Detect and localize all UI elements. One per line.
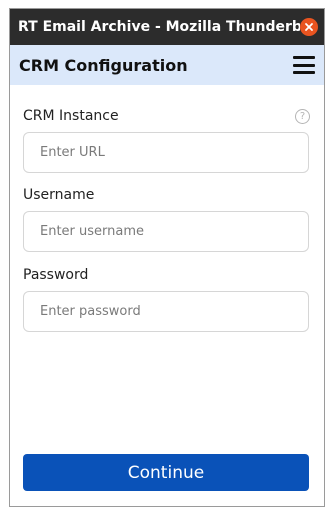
thunderbird-dialog-window: RT Email Archive - Mozilla Thunderbird C… — [9, 8, 325, 507]
menu-bar — [293, 71, 315, 74]
menu-bar — [293, 56, 315, 59]
continue-button[interactable]: Continue — [23, 454, 309, 491]
page-header: CRM Configuration — [10, 45, 324, 85]
crm-instance-url-input[interactable] — [23, 132, 309, 173]
password-label-row: Password — [23, 265, 311, 285]
hamburger-menu-icon[interactable] — [293, 56, 315, 74]
password-input[interactable] — [23, 291, 309, 332]
window-title: RT Email Archive - Mozilla Thunderbird — [18, 19, 300, 35]
username-label-row: Username — [23, 185, 311, 205]
menu-bar — [293, 63, 315, 67]
crm-instance-label: CRM Instance — [23, 108, 119, 124]
window-close-button[interactable] — [300, 18, 318, 36]
page-title: CRM Configuration — [19, 55, 188, 75]
crm-instance-label-row: CRM Instance ? — [23, 106, 311, 126]
password-label: Password — [23, 267, 89, 283]
crm-config-form: CRM Instance ? Username Password — [10, 106, 324, 332]
username-input[interactable] — [23, 211, 309, 252]
help-icon[interactable]: ? — [295, 108, 310, 124]
username-label: Username — [23, 187, 95, 203]
close-icon — [305, 23, 313, 31]
window-titlebar[interactable]: RT Email Archive - Mozilla Thunderbird — [10, 9, 324, 45]
